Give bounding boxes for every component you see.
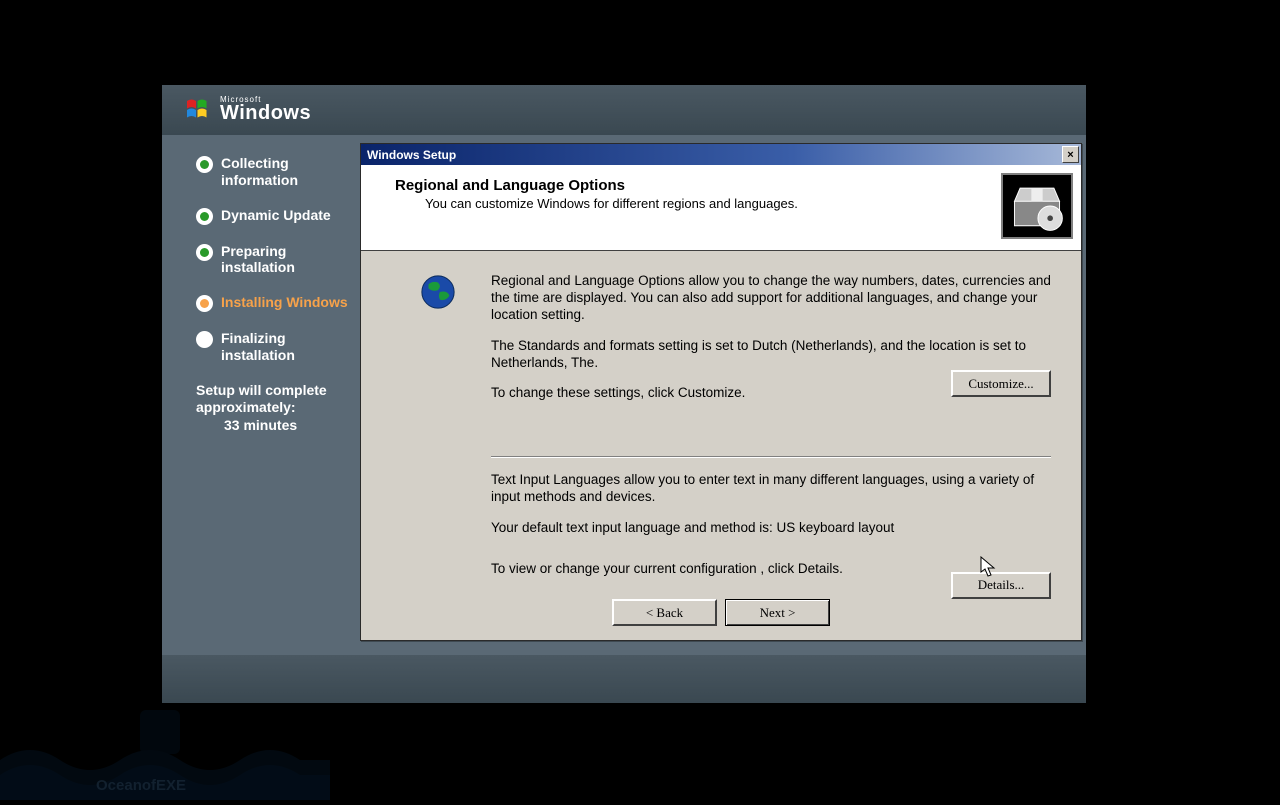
watermark: OceanofEXE [0,690,330,800]
para-standards: The Standards and formats setting is set… [491,338,1051,372]
para-regional-intro: Regional and Language Options allow you … [491,273,1051,324]
wizard-title: Regional and Language Options [395,177,1067,194]
wizard-window: Windows Setup × Regional and Language Op… [360,143,1082,641]
bullet-pending-icon [196,331,213,348]
bullet-current-icon [196,295,213,312]
globe-icon [419,273,457,311]
details-button[interactable]: Details... [951,572,1051,599]
step-installing: Installing Windows [196,294,352,312]
para-text-input: Text Input Languages allow you to enter … [491,472,1051,506]
para-default-language: Your default text input language and met… [491,520,1051,537]
wizard-body: Regional and Language Options allow you … [361,251,1081,640]
divider [491,456,1051,458]
step-collecting: Collecting information [196,155,352,189]
step-finalizing: Finalizing installation [196,330,352,364]
progress-sidebar: Collecting information Dynamic Update Pr… [162,135,360,653]
back-button[interactable]: < Back [612,599,717,626]
para-details-prompt: To view or change your current configura… [491,561,843,576]
para-customize-prompt: To change these settings, click Customiz… [491,385,745,400]
wizard-subtitle: You can customize Windows for different … [425,196,1067,211]
setup-box-icon [1001,173,1073,239]
wizard-titlebar-text: Windows Setup [367,148,456,162]
wizard-titlebar: Windows Setup × [361,144,1081,165]
header-bar: Microsoft Windows [162,85,1086,135]
windows-flag-icon [184,95,214,125]
bullet-done-icon [196,156,213,173]
complete-time: 33 minutes [224,417,352,435]
bullet-done-icon [196,208,213,225]
next-button[interactable]: Next > [725,599,830,626]
brand-big: Windows [220,102,311,125]
watermark-text: OceanofEXE [96,777,186,794]
customize-button[interactable]: Customize... [951,370,1051,397]
step-dynamic-update: Dynamic Update [196,207,352,225]
bullet-done-icon [196,244,213,261]
close-button[interactable]: × [1062,146,1079,163]
installer-frame: Microsoft Windows Collecting information… [162,85,1086,703]
complete-label: Setup will complete approximately: [196,382,352,417]
wizard-header: Regional and Language Options You can cu… [361,165,1081,251]
step-preparing: Preparing installation [196,243,352,277]
